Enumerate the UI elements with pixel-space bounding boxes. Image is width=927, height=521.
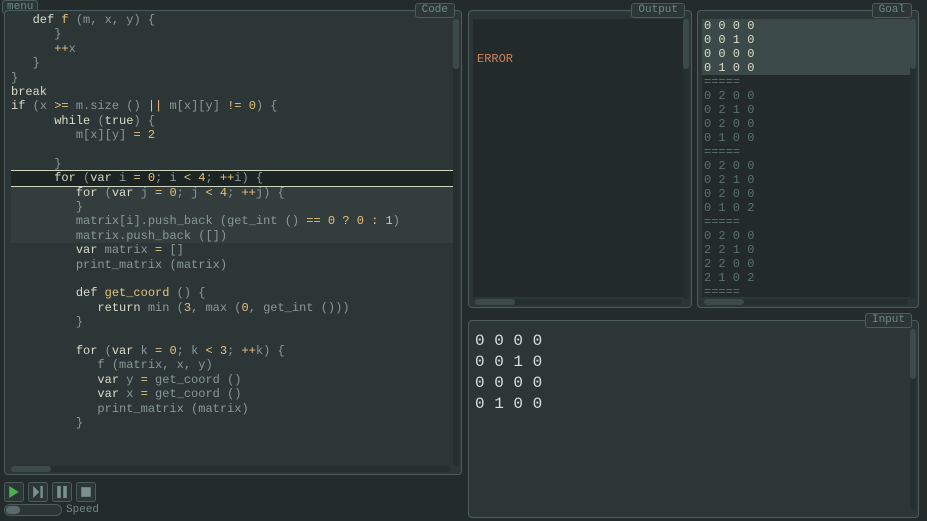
code-line[interactable]: matrix.push_back ([]) xyxy=(11,229,453,243)
code-line[interactable]: var x = get_coord () xyxy=(11,387,453,401)
code-scrollbar-v[interactable] xyxy=(453,19,459,466)
code-line[interactable]: } xyxy=(11,157,453,171)
speed-slider[interactable] xyxy=(4,504,62,516)
code-line[interactable]: def get_coord () { xyxy=(11,286,453,300)
output-panel: Output ERROR xyxy=(468,10,692,308)
code-line[interactable]: for (var i = 0; i < 4; ++i) { xyxy=(11,171,453,185)
goal-scrollbar-v[interactable] xyxy=(910,19,916,299)
output-error: ERROR xyxy=(473,48,683,70)
goal-line: 0 1 0 0 xyxy=(702,131,910,145)
goal-line: 0 2 0 0 xyxy=(702,187,910,201)
goal-line: 2 2 0 0 xyxy=(702,257,910,271)
input-panel-label: Input xyxy=(865,313,912,328)
goal-sep: ===== xyxy=(702,215,910,229)
code-line[interactable]: ++x xyxy=(11,42,453,56)
code-editor[interactable]: def f (m, x, y) { } ++x }}breakif (x >= … xyxy=(11,13,453,468)
goal-line: 2 2 1 0 xyxy=(702,243,910,257)
code-line[interactable]: } xyxy=(11,27,453,41)
goal-line: 0 1 0 0 xyxy=(702,61,910,75)
goal-line: 0 2 0 0 xyxy=(702,159,910,173)
goal-line: 0 2 1 0 xyxy=(702,173,910,187)
goal-line: 2 1 0 2 xyxy=(702,271,910,285)
code-line[interactable]: var y = get_coord () xyxy=(11,373,453,387)
pause-icon xyxy=(56,486,68,498)
code-line[interactable] xyxy=(11,143,453,157)
code-line[interactable]: var matrix = [] xyxy=(11,243,453,257)
input-scrollbar-v[interactable] xyxy=(910,329,916,509)
code-line[interactable]: m[x][y] = 2 xyxy=(11,128,453,142)
code-line[interactable]: for (var k = 0; k < 3; ++k) { xyxy=(11,344,453,358)
code-line[interactable]: } xyxy=(11,416,453,430)
code-line[interactable] xyxy=(11,330,453,344)
goal-sep: ===== xyxy=(702,285,910,297)
goal-line: 0 0 0 0 xyxy=(702,19,910,33)
code-line[interactable]: } xyxy=(11,71,453,85)
code-line[interactable]: } xyxy=(11,315,453,329)
controls-bar xyxy=(4,482,96,502)
goal-line: 0 2 0 0 xyxy=(702,89,910,103)
goal-line: 0 1 0 2 xyxy=(702,201,910,215)
output-scrollbar-v[interactable] xyxy=(683,19,689,299)
input-panel: Input 0 0 0 0 0 0 1 0 0 0 0 0 0 1 0 0 xyxy=(468,320,919,518)
code-line[interactable]: break xyxy=(11,85,453,99)
goal-line: 0 0 1 0 xyxy=(702,33,910,47)
goal-body: 0 0 0 00 0 1 00 0 0 00 1 0 0=====0 2 0 0… xyxy=(702,19,910,297)
code-line[interactable]: print_matrix (matrix) xyxy=(11,402,453,416)
code-panel: Code def f (m, x, y) { } ++x }}breakif (… xyxy=(4,10,462,475)
code-line[interactable]: def f (m, x, y) { xyxy=(11,13,453,27)
goal-line: 0 2 0 0 xyxy=(702,229,910,243)
code-line[interactable]: matrix[i].push_back (get_int () == 0 ? 0… xyxy=(11,214,453,228)
code-line[interactable]: } xyxy=(11,200,453,214)
code-line[interactable]: } xyxy=(11,56,453,70)
code-line[interactable]: return min (3, max (0, get_int ())) xyxy=(11,301,453,315)
goal-panel: Goal 0 0 0 00 0 1 00 0 0 00 1 0 0=====0 … xyxy=(697,10,919,308)
step-icon xyxy=(32,486,44,498)
code-line[interactable] xyxy=(11,272,453,286)
code-line[interactable]: while (true) { xyxy=(11,114,453,128)
speed-label: Speed xyxy=(66,504,99,516)
output-scrollbar-h[interactable] xyxy=(475,299,681,305)
stop-button[interactable] xyxy=(76,482,96,502)
goal-scrollbar-h[interactable] xyxy=(704,299,908,305)
goal-line: 0 2 0 0 xyxy=(702,117,910,131)
output-panel-label: Output xyxy=(631,3,685,18)
code-line[interactable]: print_matrix (matrix) xyxy=(11,258,453,272)
goal-line: 0 2 1 0 xyxy=(702,103,910,117)
speed-control: Speed xyxy=(4,504,99,516)
step-button[interactable] xyxy=(28,482,48,502)
code-scrollbar-h[interactable] xyxy=(11,466,451,472)
play-icon xyxy=(8,486,20,498)
pause-button[interactable] xyxy=(52,482,72,502)
code-line[interactable]: f (matrix, x, y) xyxy=(11,358,453,372)
code-line[interactable]: if (x >= m.size () || m[x][y] != 0) { xyxy=(11,99,453,113)
output-body: ERROR xyxy=(473,19,683,297)
stop-icon xyxy=(80,486,92,498)
goal-sep: ===== xyxy=(702,75,910,89)
code-line[interactable]: for (var j = 0; j < 4; ++j) { xyxy=(11,186,453,200)
goal-line: 0 0 0 0 xyxy=(702,47,910,61)
goal-panel-label: Goal xyxy=(872,3,912,18)
play-button[interactable] xyxy=(4,482,24,502)
input-body[interactable]: 0 0 0 0 0 0 1 0 0 0 0 0 0 1 0 0 xyxy=(475,331,916,515)
goal-sep: ===== xyxy=(702,145,910,159)
